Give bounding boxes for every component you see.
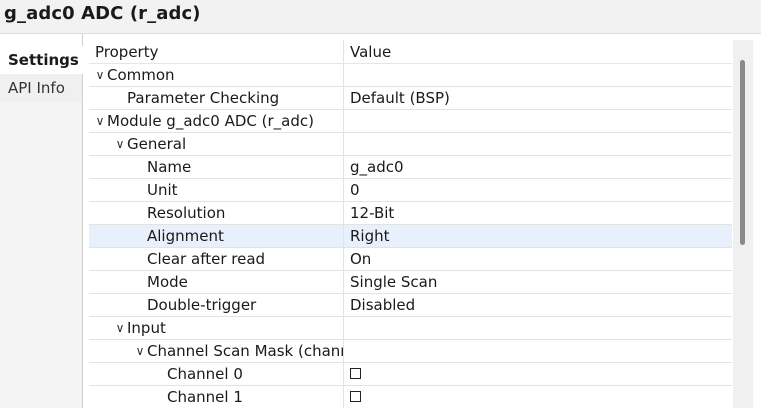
scrollbar-thumb[interactable] [740,60,745,245]
property-label: Parameter Checking [127,89,280,107]
property-label: Input [127,319,166,337]
tab-api-info[interactable]: API Info [0,74,82,102]
value-cell[interactable] [345,363,732,385]
property-cell[interactable]: Name [89,156,344,178]
checkbox-unchecked-icon[interactable] [350,367,361,379]
property-cell[interactable]: Clear after read [89,248,344,270]
property-label: Double-trigger [147,296,257,314]
property-cell[interactable]: Parameter Checking [89,87,344,109]
table-row[interactable]: ∨ Input [89,317,732,340]
property-label: Name [147,158,192,176]
value-cell[interactable] [345,64,732,86]
column-header-property-label: Property [95,43,159,61]
value-cell[interactable]: Default (BSP) [345,87,732,109]
value-cell[interactable] [345,386,732,408]
table-row[interactable]: Alignment Right [89,225,732,248]
property-label: Common [107,66,175,84]
property-cell[interactable]: Channel 0 [89,363,344,385]
table-row[interactable]: ∨ Channel Scan Mask (chann [89,340,732,363]
table-row[interactable]: Name g_adc0 [89,156,732,179]
value-cell[interactable]: g_adc0 [345,156,732,178]
table-row[interactable]: Clear after read On [89,248,732,271]
property-label: Channel 1 [167,388,243,406]
checkbox-unchecked-icon[interactable] [350,390,361,402]
side-tabs-background [0,102,82,408]
table-row[interactable]: ∨ General [89,133,732,156]
property-value: Disabled [350,296,416,314]
table-row[interactable]: Parameter Checking Default (BSP) [89,87,732,110]
property-value: 12-Bit [350,204,395,222]
property-value: Right [350,227,390,245]
side-tabs: Settings API Info [0,34,83,408]
property-cell[interactable]: Channel 1 [89,386,344,408]
property-value: g_adc0 [350,158,404,176]
table-rows: ∨ Common Parameter Checking Default (BSP) ∨ M… [89,64,732,408]
property-label: Clear after read [147,250,266,268]
table-row[interactable]: Channel 0 [89,363,732,386]
property-cell[interactable]: ∨ Input [89,317,344,339]
value-cell[interactable]: On [345,248,732,270]
property-label: Alignment [147,227,224,245]
property-label: Channel Scan Mask (chann [147,342,344,360]
property-cell[interactable]: ∨ Channel Scan Mask (chann [89,340,344,362]
value-cell[interactable] [345,317,732,339]
column-header-value-label: Value [350,43,392,61]
value-cell[interactable] [345,133,732,155]
property-label: General [127,135,187,153]
window-title: g_adc0 ADC (r_adc) [4,3,201,24]
property-cell[interactable]: Unit [89,179,344,201]
value-cell[interactable]: 12-Bit [345,202,732,224]
property-cell[interactable]: Resolution [89,202,344,224]
property-value: Default (BSP) [350,89,450,107]
table-row[interactable]: ∨ Module g_adc0 ADC (r_adc) [89,110,732,133]
property-cell[interactable]: Alignment [89,225,344,247]
table-row[interactable]: ∨ Common [89,64,732,87]
value-cell[interactable]: Right [345,225,732,247]
table-header: Property Value [89,40,732,64]
chevron-down-icon[interactable]: ∨ [133,340,147,362]
property-cell[interactable]: Double-trigger [89,294,344,316]
property-label: Unit [147,181,178,199]
value-cell[interactable]: Disabled [345,294,732,316]
property-value: Single Scan [350,273,438,291]
chevron-down-icon[interactable]: ∨ [93,110,107,132]
tab-settings[interactable]: Settings [0,46,83,74]
property-cell[interactable]: Mode [89,271,344,293]
value-cell[interactable]: 0 [345,179,732,201]
value-cell[interactable]: Single Scan [345,271,732,293]
chevron-down-icon[interactable]: ∨ [113,317,127,339]
table-row[interactable]: Channel 1 [89,386,732,408]
value-cell[interactable] [345,110,732,132]
property-cell[interactable]: ∨ General [89,133,344,155]
property-table: Property Value ∨ Common Parameter Checking… [89,40,732,408]
table-row[interactable]: Unit 0 [89,179,732,202]
property-label: Module g_adc0 ADC (r_adc) [107,112,314,130]
property-label: Resolution [147,204,226,222]
property-value: 0 [350,181,360,199]
column-header-property[interactable]: Property [89,40,344,63]
chevron-down-icon[interactable]: ∨ [93,64,107,86]
table-row[interactable]: Double-trigger Disabled [89,294,732,317]
property-label: Channel 0 [167,365,243,383]
column-header-value[interactable]: Value [345,40,732,63]
property-cell[interactable]: ∨ Module g_adc0 ADC (r_adc) [89,110,344,132]
property-value: On [350,250,372,268]
table-row[interactable]: Resolution 12-Bit [89,202,732,225]
value-cell[interactable] [345,340,732,362]
chevron-down-icon[interactable]: ∨ [113,133,127,155]
table-row[interactable]: Mode Single Scan [89,271,732,294]
property-cell[interactable]: ∨ Common [89,64,344,86]
title-bar: g_adc0 ADC (r_adc) [0,0,761,34]
property-label: Mode [147,273,188,291]
